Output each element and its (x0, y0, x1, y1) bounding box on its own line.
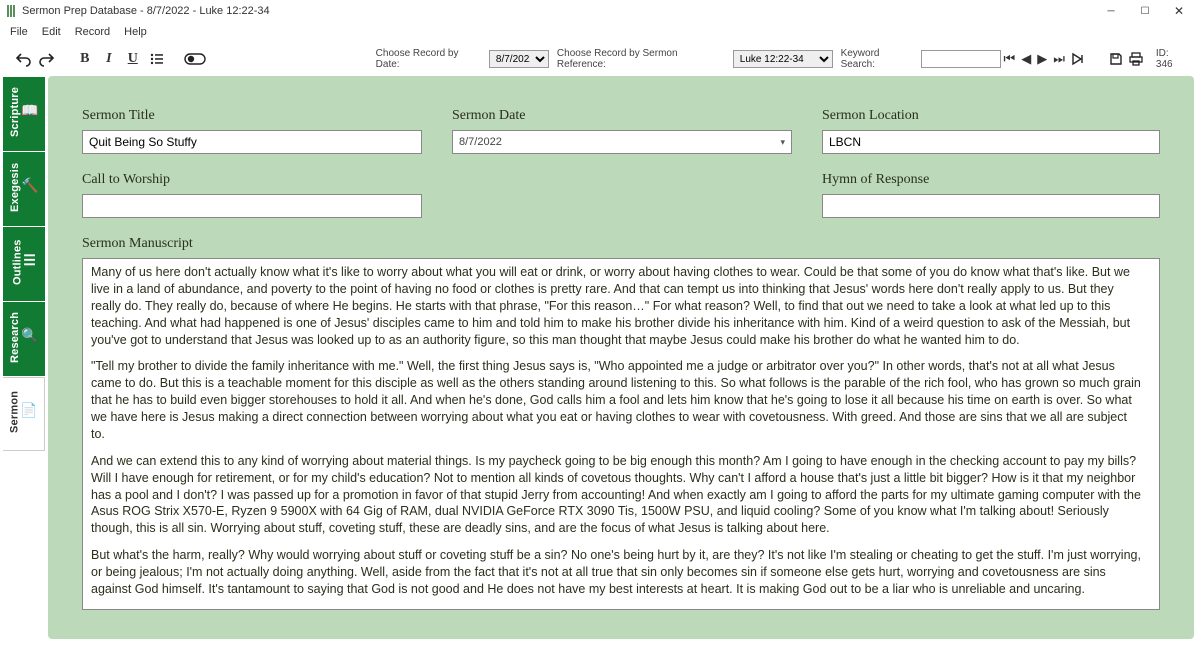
sermon-date-select[interactable]: 8/7/2022▾ (452, 130, 792, 154)
document-icon: 📄 (21, 401, 39, 419)
keyword-search-input[interactable] (921, 50, 1001, 68)
sidebar-tab-exegesis[interactable]: Exegesis🔨 (3, 152, 45, 226)
maximize-button[interactable]: ☐ (1128, 1, 1162, 21)
reference-picker-select[interactable]: Luke 12:22-34 (733, 50, 833, 68)
title-bar: Sermon Prep Database - 8/7/2022 - Luke 1… (0, 0, 1200, 22)
tools-icon: 🔨 (21, 176, 39, 194)
new-record-button[interactable] (1071, 52, 1085, 66)
sermon-date-label: Sermon Date (452, 108, 792, 124)
menu-record[interactable]: Record (69, 24, 116, 40)
record-id-label: ID: 346 (1156, 48, 1188, 70)
menu-help[interactable]: Help (118, 24, 153, 40)
sermon-title-input[interactable] (82, 130, 422, 154)
undo-button[interactable] (12, 48, 34, 70)
sidebar: Scripture📖 Exegesis🔨 Outlines☰ Research🔍… (0, 76, 48, 645)
toggle-button[interactable] (184, 48, 206, 70)
sermon-title-label: Sermon Title (82, 108, 422, 124)
sermon-location-label: Sermon Location (822, 108, 1160, 124)
reference-picker-label: Choose Record by Sermon Reference: (557, 48, 729, 70)
print-button[interactable] (1129, 52, 1143, 66)
sermon-manuscript-textarea[interactable]: Many of us here don't actually know what… (82, 258, 1160, 610)
manuscript-paragraph: And to illustrate this Jesus uses a coup… (91, 608, 1141, 610)
sermon-location-input[interactable] (822, 130, 1160, 154)
close-button[interactable]: ✕ (1162, 1, 1196, 21)
date-picker-label: Choose Record by Date: (376, 48, 485, 70)
bullet-list-button[interactable] (146, 48, 168, 70)
menu-bar: File Edit Record Help (0, 22, 1200, 42)
minimize-button[interactable]: ─ (1094, 1, 1128, 21)
hymn-of-response-input[interactable] (822, 194, 1160, 218)
last-record-button[interactable]: ⏭ (1053, 51, 1065, 67)
first-record-button[interactable]: ⏮ (1004, 51, 1016, 67)
search-icon: 🔍 (21, 326, 39, 344)
manuscript-paragraph: And we can extend this to any kind of wo… (91, 453, 1141, 537)
prev-record-button[interactable]: ◀ (1021, 51, 1031, 67)
app-icon (4, 4, 18, 18)
next-record-button[interactable]: ▶ (1037, 51, 1047, 67)
menu-edit[interactable]: Edit (36, 24, 67, 40)
call-to-worship-input[interactable] (82, 194, 422, 218)
save-button[interactable] (1109, 52, 1123, 66)
menu-file[interactable]: File (4, 24, 34, 40)
sidebar-tab-research[interactable]: Research🔍 (3, 302, 45, 376)
bold-button[interactable]: B (74, 48, 96, 70)
toolbar: B I U Choose Record by Date: 8/7/2022 Ch… (0, 42, 1200, 76)
sidebar-tab-scripture[interactable]: Scripture📖 (3, 77, 45, 151)
date-picker-select[interactable]: 8/7/2022 (489, 50, 549, 68)
sermon-manuscript-label: Sermon Manuscript (82, 236, 1160, 252)
italic-button[interactable]: I (98, 48, 120, 70)
call-to-worship-label: Call to Worship (82, 172, 422, 188)
window-title: Sermon Prep Database - 8/7/2022 - Luke 1… (22, 5, 270, 17)
hymn-of-response-label: Hymn of Response (822, 172, 1160, 188)
sidebar-tab-sermon[interactable]: Sermon📄 (3, 377, 45, 451)
manuscript-paragraph: "Tell my brother to divide the family in… (91, 358, 1141, 442)
list-icon: ☰ (24, 251, 37, 269)
redo-button[interactable] (36, 48, 58, 70)
content-panel: Sermon Title Sermon Date 8/7/2022▾ Sermo… (48, 76, 1194, 639)
manuscript-paragraph: Many of us here don't actually know what… (91, 264, 1141, 348)
manuscript-paragraph: But what's the harm, really? Why would w… (91, 547, 1141, 598)
book-icon: 📖 (21, 101, 39, 119)
underline-button[interactable]: U (122, 48, 144, 70)
keyword-search-label: Keyword Search: (841, 48, 917, 70)
sidebar-tab-outlines[interactable]: Outlines☰ (3, 227, 45, 301)
chevron-down-icon: ▾ (780, 137, 785, 148)
